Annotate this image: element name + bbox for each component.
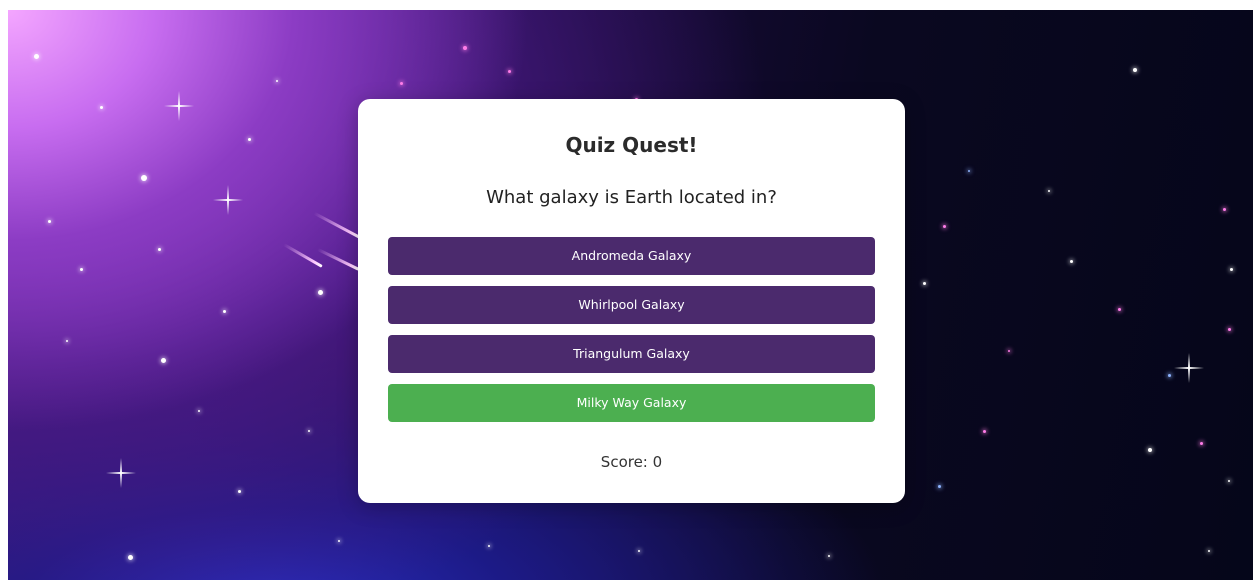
answer-button-andromeda[interactable]: Andromeda Galaxy	[388, 237, 875, 275]
quiz-card: Quiz Quest! What galaxy is Earth located…	[358, 99, 905, 503]
answer-button-triangulum[interactable]: Triangulum Galaxy	[388, 335, 875, 373]
score-display: Score: 0	[600, 453, 663, 471]
answer-button-whirlpool[interactable]: Whirlpool Galaxy	[388, 286, 875, 324]
answer-button-milky-way[interactable]: Milky Way Galaxy	[388, 384, 875, 422]
answer-list: Andromeda Galaxy Whirlpool Galaxy Triang…	[388, 237, 875, 433]
question-text: What galaxy is Earth located in?	[486, 187, 777, 208]
quiz-title: Quiz Quest!	[565, 133, 698, 157]
